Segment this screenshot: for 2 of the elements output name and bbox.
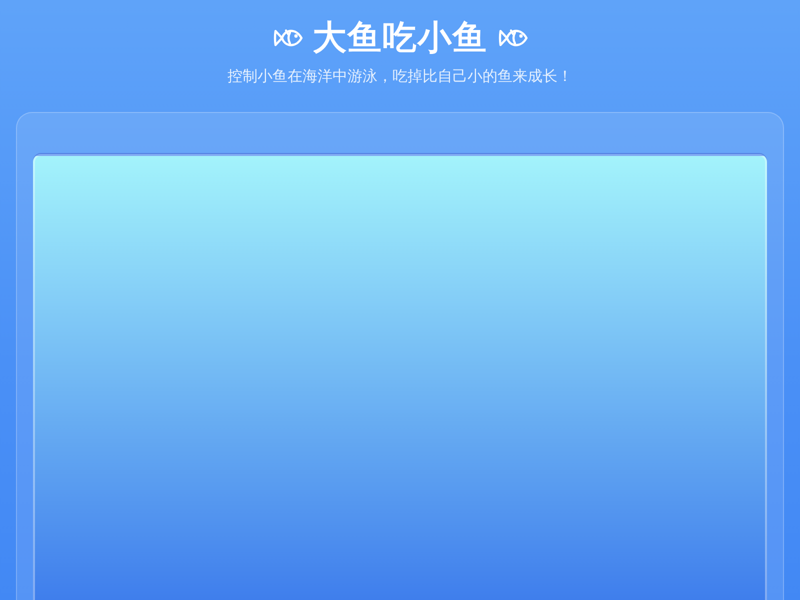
game-title: 大鱼吃小鱼	[312, 17, 488, 60]
game-subtitle: 控制小鱼在海洋中游泳，吃掉比自己小的鱼来成长！	[228, 66, 572, 86]
